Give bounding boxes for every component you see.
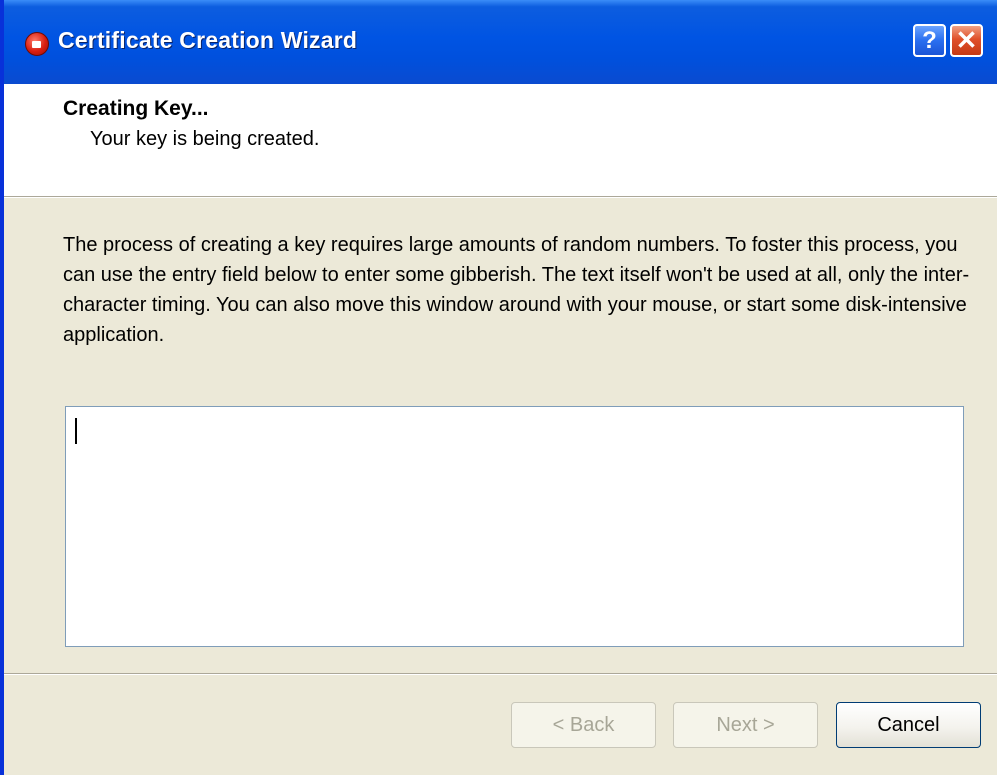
back-button[interactable]: < Back	[511, 702, 656, 748]
window-title: Certificate Creation Wizard	[58, 27, 358, 53]
certificate-app-icon	[25, 32, 49, 56]
help-button[interactable]: ?	[913, 24, 946, 57]
gibberish-entry-field[interactable]	[65, 406, 964, 647]
page-title: Creating Key...	[63, 97, 209, 120]
header-divider	[4, 197, 997, 198]
header-panel: Creating Key... Your key is being create…	[4, 84, 997, 197]
wizard-window: Certificate Creation Wizard ? ✕ Creating…	[0, 0, 997, 775]
footer-divider-highlight	[4, 674, 997, 675]
text-caret	[75, 418, 77, 444]
cancel-button[interactable]: Cancel	[836, 702, 981, 748]
next-button[interactable]: Next >	[673, 702, 818, 748]
title-bar[interactable]: Certificate Creation Wizard ? ✕	[4, 0, 997, 84]
description-text: The process of creating a key requires l…	[63, 234, 970, 346]
close-button[interactable]: ✕	[950, 24, 983, 57]
page-subtitle: Your key is being created.	[90, 128, 320, 150]
